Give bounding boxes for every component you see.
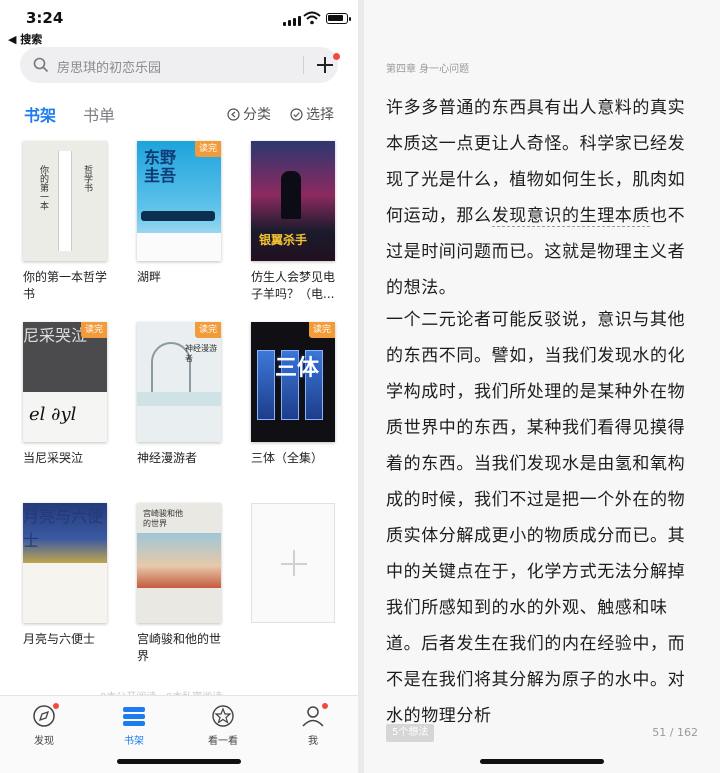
search-divider [303,56,304,74]
tab-bookshelf-bottom[interactable]: 书架 [109,704,159,747]
status-time: 3:24 [26,9,64,27]
page-indicator: 51 / 162 [652,726,698,739]
select-button[interactable]: 选择 [290,104,334,124]
search-bar[interactable]: 房思琪的初恋乐园 [20,47,340,83]
book-title: 神经漫游者 [137,451,198,465]
cover-text: 三体 [275,356,320,381]
finished-badge: 读完 [195,322,221,338]
shelf-tabs: 书架 书单 分类 选择 [24,102,344,126]
home-indicator [117,759,241,764]
home-indicator [480,759,604,764]
finished-badge: 读完 [195,141,221,157]
finished-badge: 读完 [81,322,107,338]
signature-art: el ∂yl [29,404,77,425]
cover-text: 哲学书 [82,165,92,192]
book-title: 仿生人会梦见电子羊吗？（电... [251,270,336,301]
book-cover[interactable]: 东野圭吾 读完 [137,141,221,261]
book-cover[interactable]: 你的第一本 哲学书 [23,141,107,261]
cover-text: 神经漫游者 [185,344,217,363]
search-placeholder: 房思琪的初恋乐园 [57,61,162,76]
notification-dot [333,53,340,60]
cover-text: 你的第一本 [38,165,48,210]
wifi-icon [303,11,321,25]
highlighted-text[interactable]: 发现意识的生理本质 [491,206,651,227]
tab-me[interactable]: 我 [288,702,338,747]
tab-label: 发现 [34,736,54,747]
add-button[interactable] [315,55,335,75]
book-cover[interactable]: 银翼杀手 [251,141,335,261]
cover-text: 银翼杀手 [259,233,308,247]
reader-paragraph[interactable]: 许多多普通的东西具有出人意料的真实本质这一点更让人奇怪。科学家已经发现了光是什么… [386,90,702,306]
thoughts-badge[interactable]: 5个想法 [386,724,435,742]
cover-text: 东野圭吾 [144,148,177,185]
bookshelf-icon [123,707,145,726]
status-bar: 3:24 [0,0,358,30]
book-title: 当尼采哭泣 [23,451,84,465]
cover-text: 尼采哭泣 [23,326,88,345]
tab-discover[interactable]: 发现 [19,702,69,747]
notification-dot [321,702,329,710]
select-label: 选择 [306,107,334,123]
search-icon [33,57,49,73]
book-title: 你的第一本哲学书 [23,270,108,301]
battery-icon [326,13,351,24]
cover-text: 月亮与六便士 [23,507,104,550]
reader-screen: 第四章 身一心问题 许多多普通的东西具有出人意料的真实本质这一点更让人奇怪。科学… [364,0,720,773]
tab-label: 看一看 [208,736,238,747]
notification-dot [52,702,60,710]
book-cover[interactable]: 尼采哭泣 el ∂yl 读完 [23,322,107,442]
category-label: 分类 [243,107,271,123]
chapter-title: 第四章 身一心问题 [386,64,470,75]
book-cover[interactable]: 三体 读完 [251,322,335,442]
category-button[interactable]: 分类 [227,104,271,124]
category-icon [227,107,240,121]
tab-label: 书架 [124,736,144,747]
book-title: 湖畔 [137,270,162,284]
book-cover[interactable]: 月亮与六便士 [23,503,107,623]
book-cover[interactable]: 宫崎骏和他的世界 [137,503,221,623]
check-circle-icon [290,107,303,121]
book-title: 三体（全集） [251,451,324,465]
tab-bookshelf[interactable]: 书架 [24,102,56,126]
book-title: 月亮与六便士 [23,632,96,646]
finished-badge: 读完 [309,322,335,338]
add-book-button[interactable] [251,503,335,623]
tab-label: 我 [308,736,318,747]
back-to-search-link[interactable]: ◀ 搜索 [8,31,42,47]
tab-booklist[interactable]: 书单 [83,102,115,126]
book-cover[interactable]: 神经漫游者 读完 [137,322,221,442]
cover-text: 宫崎骏和他的世界 [143,509,183,528]
book-title: 宫崎骏和他的世界 [137,632,222,663]
star-icon [212,705,234,727]
signal-icon [283,14,301,26]
tab-explore[interactable]: 看一看 [198,704,248,747]
reader-paragraph[interactable]: 一个二元论者可能反驳说，意识与其他的东西不同。譬如，当我们发现水的化学构成时，我… [386,302,702,734]
bookshelf-screen: 3:24 ◀ 搜索 房思琪的初恋乐园 书架 书单 分类 选择 你的第一本 哲学书… [0,0,358,773]
